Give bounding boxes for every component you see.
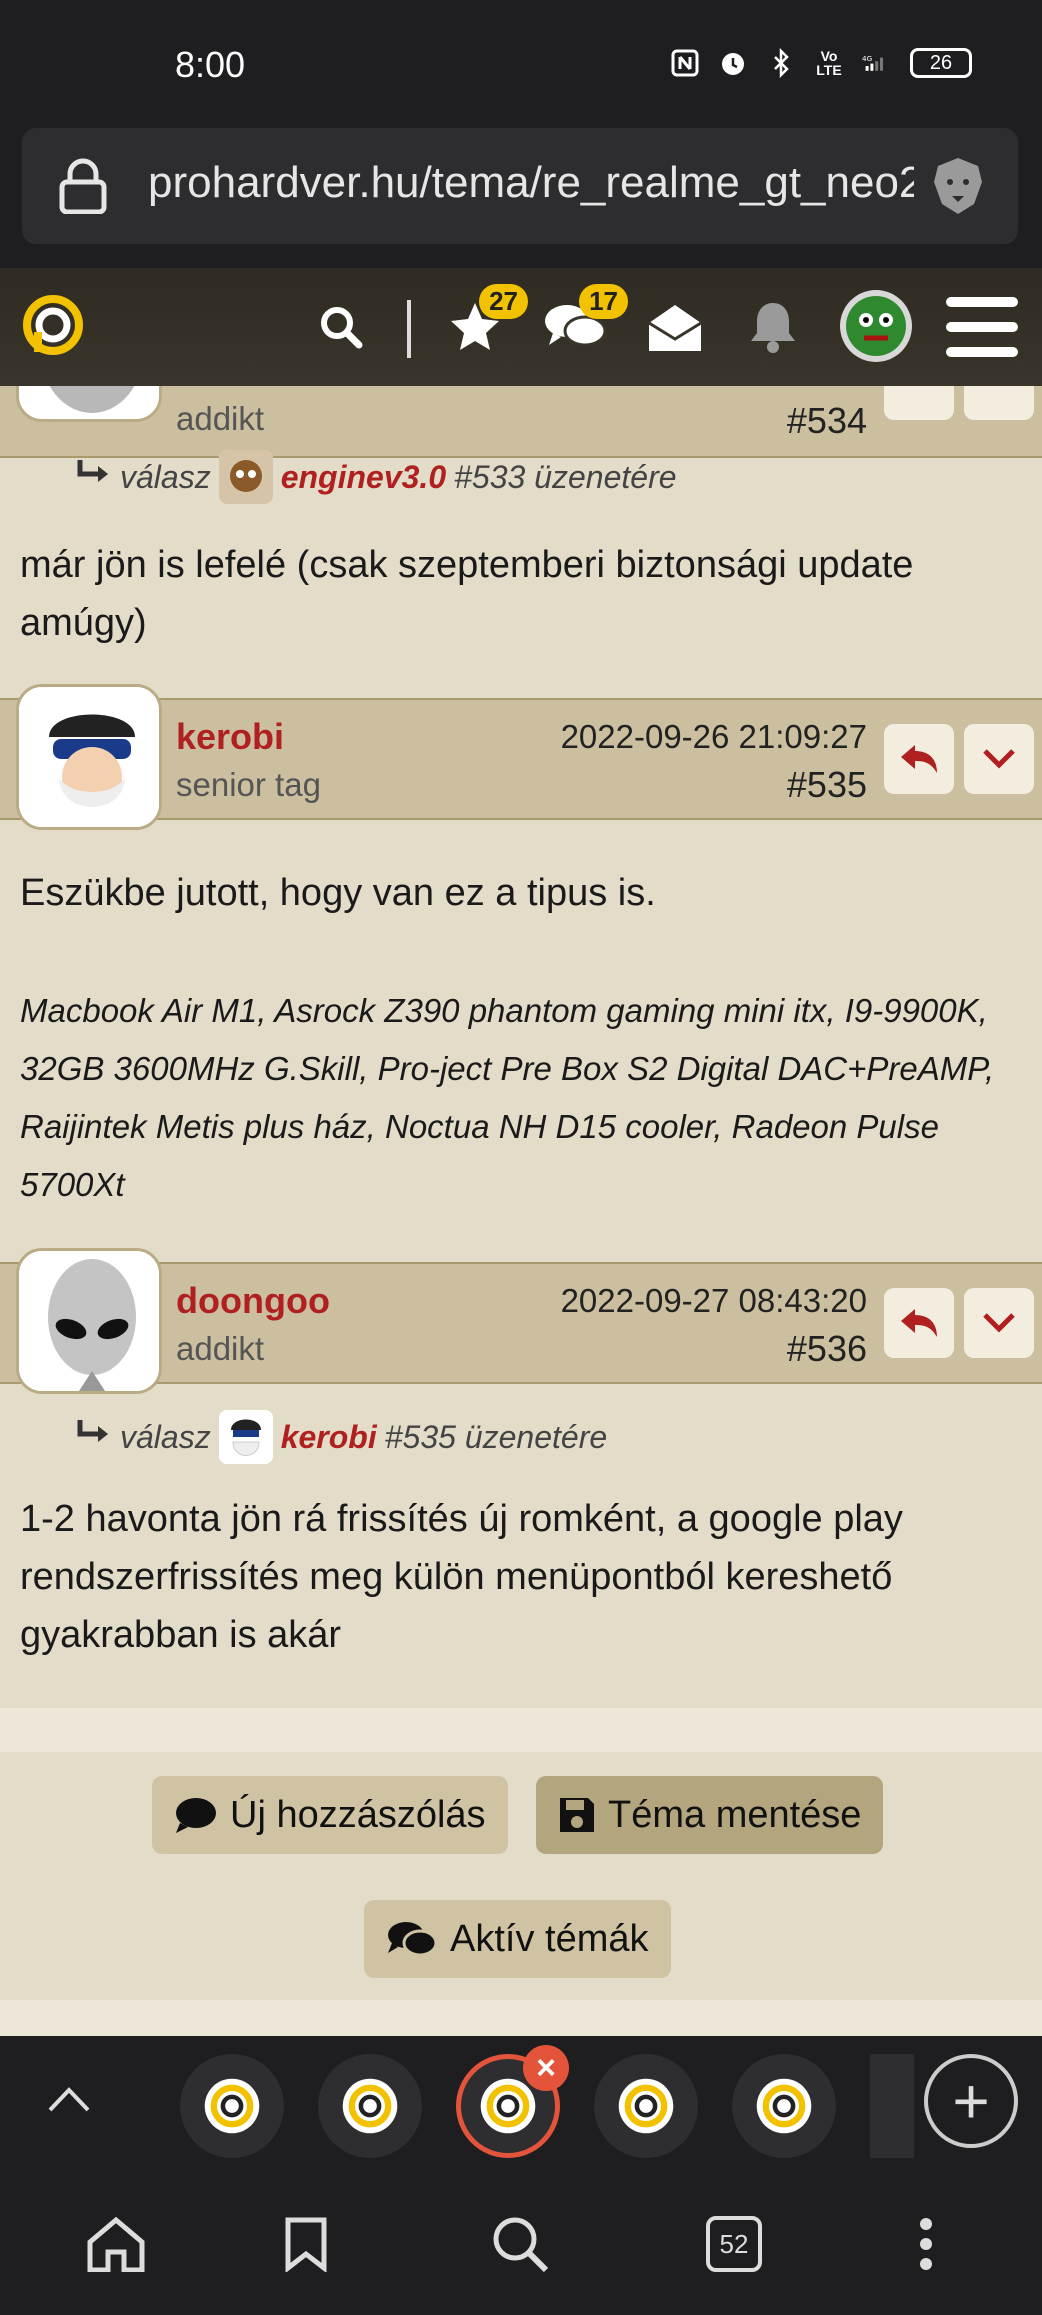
tab-strip: × +	[0, 2036, 1042, 2176]
site-header: 27 17	[0, 268, 1042, 386]
chevron-up-icon[interactable]	[46, 2084, 92, 2119]
bluetooth-icon	[766, 48, 796, 78]
reply-user-avatar	[218, 1410, 273, 1464]
post-534-rank: addikt	[176, 400, 265, 437]
battery-icon: 26	[910, 48, 972, 78]
prohardver-logo-icon[interactable]	[20, 292, 86, 358]
reply-arrow-icon	[76, 1418, 112, 1456]
post-535-avatar[interactable]	[16, 684, 162, 830]
chevron-down-icon	[983, 749, 1015, 769]
tab-6-partial[interactable]	[870, 2054, 914, 2158]
forum-thread: addikt #534 válasz enginev3.0 #533 üzene…	[0, 386, 1042, 2036]
post-536-date: 2022-09-27 08:43:20	[560, 1282, 867, 1319]
prohardver-tab-icon	[204, 2078, 260, 2134]
close-tab-icon[interactable]: ×	[523, 2045, 569, 2091]
svg-text:4G: 4G	[862, 54, 872, 63]
status-bar: 8:00 Vo LTE 4G 26	[0, 0, 1042, 130]
tab-count: 52	[706, 2216, 762, 2272]
reply-user-link[interactable]: kerobi	[281, 1419, 377, 1456]
favorites-badge: 27	[479, 284, 528, 319]
post-535-rank: senior tag	[176, 766, 321, 803]
status-icons: Vo LTE 4G 26	[670, 48, 972, 78]
reply-prefix: válasz	[120, 1418, 211, 1455]
reply-icon	[901, 1309, 937, 1337]
post-536-reply-button[interactable]	[884, 1288, 954, 1358]
save-icon	[560, 1798, 594, 1832]
post-535-date: 2022-09-26 21:09:27	[560, 718, 867, 755]
post-534-body: már jön is lefelé (csak szeptemberi bizt…	[20, 544, 914, 644]
prohardver-tab-icon	[618, 2078, 674, 2134]
menu-hamburger-icon[interactable]	[942, 290, 1022, 364]
reply-user-link[interactable]: enginev3.0	[281, 459, 446, 496]
messages-icon[interactable]: 17	[538, 284, 628, 364]
post-535-more-button[interactable]	[964, 724, 1034, 794]
reply-icon	[901, 745, 937, 773]
post-535-username[interactable]: kerobi	[176, 716, 284, 758]
post-535-reply-button[interactable]	[884, 724, 954, 794]
chevron-down-icon	[983, 1313, 1015, 1333]
user-avatar[interactable]	[840, 290, 912, 362]
tab-4[interactable]	[594, 2054, 698, 2158]
url-text[interactable]: prohardver.hu/tema/re_realme_gt_neo2_c	[148, 158, 914, 208]
post-535-body: Eszükbe jutott, hogy van ez a tipus is.	[20, 872, 656, 914]
new-tab-button[interactable]: +	[924, 2054, 1018, 2148]
reply-ref-link[interactable]: #535 üzenetére	[385, 1419, 607, 1456]
search-nav-icon[interactable]	[480, 2204, 560, 2284]
prohardver-tab-icon	[756, 2078, 812, 2134]
status-time: 8:00	[175, 44, 246, 85]
post-536-number[interactable]: #536	[787, 1328, 867, 1370]
search-icon[interactable]	[304, 290, 378, 364]
nfc-icon	[670, 48, 700, 78]
favorites-star-icon[interactable]: 27	[438, 284, 528, 364]
prohardver-tab-icon	[480, 2078, 536, 2134]
brave-shield-icon[interactable]	[926, 154, 990, 218]
reply-ref-link[interactable]: #533 üzenetére	[454, 459, 676, 496]
post-536-avatar[interactable]	[16, 1248, 162, 1394]
messages-badge: 17	[579, 284, 628, 319]
post-534-reply-to: válasz enginev3.0 #533 üzenetére	[76, 450, 677, 504]
prohardver-tab-icon	[342, 2078, 398, 2134]
volte-icon: Vo LTE	[816, 48, 842, 78]
signal-icon: 4G	[862, 48, 892, 78]
save-topic-label: Téma mentése	[608, 1793, 862, 1836]
post-534-avatar[interactable]	[16, 386, 162, 422]
notifications-bell-icon[interactable]	[736, 290, 810, 364]
home-icon[interactable]	[76, 2204, 156, 2284]
more-menu-icon[interactable]	[886, 2204, 966, 2284]
address-bar[interactable]: prohardver.hu/tema/re_realme_gt_neo2_c	[22, 128, 1018, 244]
reply-arrow-icon	[76, 458, 112, 496]
section-divider	[0, 1708, 1042, 1752]
tab-1[interactable]	[180, 2054, 284, 2158]
save-topic-button[interactable]: Téma mentése	[536, 1776, 884, 1854]
post-534-number: #534	[786, 400, 867, 441]
active-topics-label: Aktív témák	[450, 1917, 649, 1960]
comments-icon	[388, 1922, 438, 1957]
new-comment-button[interactable]: Új hozzászólás	[152, 1776, 508, 1854]
post-536-more-button[interactable]	[964, 1288, 1034, 1358]
alarm-icon	[718, 48, 748, 78]
footer-divider	[0, 2000, 1042, 2036]
post-536-username[interactable]: doongoo	[176, 1280, 330, 1322]
tab-5[interactable]	[732, 2054, 836, 2158]
lock-icon[interactable]	[58, 158, 108, 215]
reply-user-avatar	[218, 450, 273, 504]
reply-prefix: válasz	[120, 458, 211, 495]
new-comment-label: Új hozzászólás	[230, 1793, 486, 1836]
bottom-navigation: 52	[0, 2176, 1042, 2315]
post-535-number[interactable]: #535	[787, 764, 867, 806]
post-534-more-button[interactable]	[964, 386, 1034, 420]
post-535-signature: Macbook Air M1, Asrock Z390 phantom gami…	[20, 992, 995, 1203]
tab-3-active[interactable]: ×	[456, 2045, 569, 2158]
post-536-rank: addikt	[176, 1330, 265, 1367]
post-536-body: 1-2 havonta jön rá frissítés új romként,…	[20, 1498, 903, 1656]
header-separator	[407, 300, 411, 358]
tab-2[interactable]	[318, 2054, 422, 2158]
post-536-reply-to: válasz kerobi #535 üzenetére	[76, 1410, 607, 1464]
bookmark-icon[interactable]	[266, 2204, 346, 2284]
post-534-reply-button[interactable]	[884, 386, 954, 420]
mail-icon[interactable]	[638, 290, 712, 364]
comment-icon	[176, 1798, 216, 1833]
active-topics-button[interactable]: Aktív témák	[364, 1900, 671, 1978]
tabs-count-button[interactable]: 52	[694, 2204, 774, 2284]
